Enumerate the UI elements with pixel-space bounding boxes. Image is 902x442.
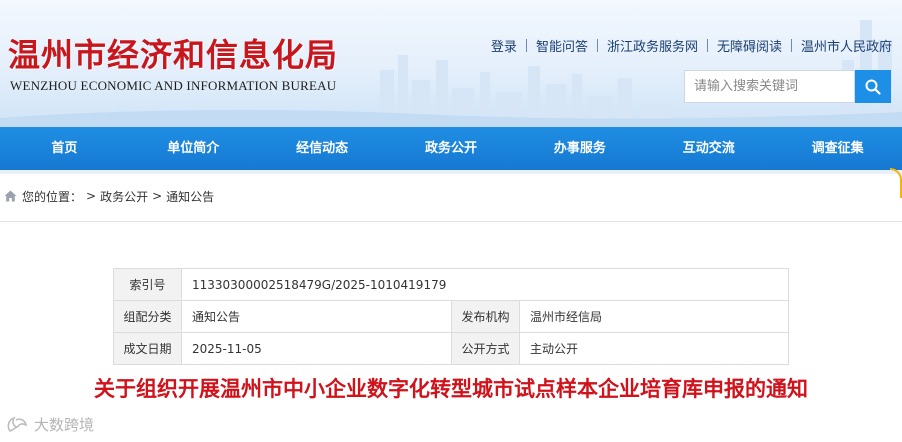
nav-underline <box>0 170 902 174</box>
divider <box>790 39 792 52</box>
smart-qa-link[interactable]: 智能问答 <box>536 36 588 55</box>
accessibility-link[interactable]: 无障碍阅读 <box>717 36 782 55</box>
date-label: 成文日期 <box>113 332 182 365</box>
breadcrumb-separator: > <box>86 189 97 203</box>
table-row: 成文日期 2025-11-05 公开方式 主动公开 <box>113 332 789 365</box>
top-links: 登录 智能问答 浙江政务服务网 无障碍阅读 温州市人民政府 <box>491 36 892 55</box>
site-logo-subtitle: WENZHOU ECONOMIC AND INFORMATION BUREAU <box>10 78 337 93</box>
breadcrumb-item-notices[interactable]: 通知公告 <box>166 188 214 205</box>
site-header: 温州市经济和信息化局 WENZHOU ECONOMIC AND INFORMAT… <box>0 0 902 127</box>
open-method-label: 公开方式 <box>451 332 520 365</box>
nav-item-interaction[interactable]: 互动交流 <box>644 127 773 170</box>
watermark-text: 大数跨境 <box>34 416 95 434</box>
search-icon <box>865 79 881 95</box>
divider <box>706 39 708 52</box>
publisher-label: 发布机构 <box>451 300 520 333</box>
divider <box>525 39 527 52</box>
table-row: 索引号 11330300002518479G/2025-1010419179 <box>113 268 789 301</box>
index-value: 11330300002518479G/2025-1010419179 <box>181 268 789 301</box>
nav-item-home[interactable]: 首页 <box>0 127 129 170</box>
table-row: 组配分类 通知公告 发布机构 温州市经信局 <box>113 300 789 333</box>
breadcrumb-item-gov-affairs[interactable]: 政务公开 <box>100 188 148 205</box>
publisher-value: 温州市经信局 <box>519 300 789 333</box>
nav-item-gov-affairs[interactable]: 政务公开 <box>387 127 516 170</box>
main-nav: 首页 单位简介 经信动态 政务公开 办事服务 互动交流 调查征集 <box>0 127 902 170</box>
breadcrumb-prefix: 您的位置： <box>22 189 83 204</box>
search-button[interactable] <box>855 70 891 103</box>
search-box: 请输入搜索关键词 <box>684 70 891 103</box>
nav-item-about[interactable]: 单位简介 <box>129 127 258 170</box>
date-value: 2025-11-05 <box>181 332 452 365</box>
breadcrumb-separator: > <box>152 189 163 203</box>
category-value: 通知公告 <box>181 300 452 333</box>
divider <box>596 39 598 52</box>
document-meta-table: 索引号 11330300002518479G/2025-1010419179 组… <box>113 268 789 365</box>
watermark-logo-icon <box>7 416 28 432</box>
login-link[interactable]: 登录 <box>491 36 517 55</box>
category-label: 组配分类 <box>113 300 182 333</box>
breadcrumb: 您的位置： > 政务公开 > 通知公告 <box>4 186 214 206</box>
page-root: { "header": { "title_cn": "温州市经济和信息化局", … <box>0 0 902 442</box>
nav-item-survey[interactable]: 调查征集 <box>773 127 902 170</box>
wenzhou-gov-link[interactable]: 温州市人民政府 <box>801 36 892 55</box>
index-label: 索引号 <box>113 268 182 301</box>
home-icon <box>4 190 17 202</box>
watermark: 大数跨境 <box>6 414 94 435</box>
search-input[interactable]: 请输入搜索关键词 <box>684 70 855 103</box>
nav-item-services[interactable]: 办事服务 <box>515 127 644 170</box>
article-title: 关于组织开展温州市中小企业数字化转型城市试点样本企业培育库申报的通知 <box>94 377 808 401</box>
nav-item-news[interactable]: 经信动态 <box>258 127 387 170</box>
site-logo-title[interactable]: 温州市经济和信息化局 <box>8 30 338 76</box>
open-method-value: 主动公开 <box>519 332 789 365</box>
zj-gov-service-link[interactable]: 浙江政务服务网 <box>607 36 698 55</box>
